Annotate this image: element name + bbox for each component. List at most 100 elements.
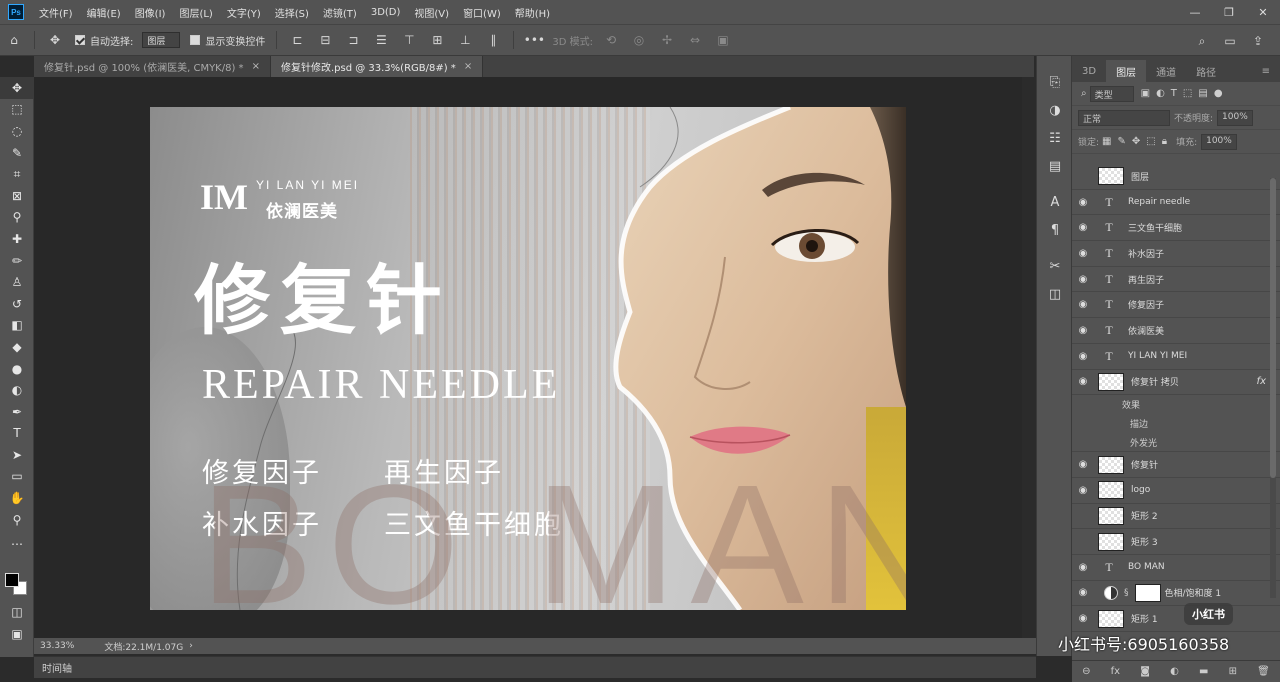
- tab-paths[interactable]: 路径: [1186, 60, 1226, 82]
- adjustments-panel-icon[interactable]: ◑: [1037, 96, 1073, 124]
- blend-mode-dropdown[interactable]: 正常: [1078, 109, 1170, 126]
- visibility-eye-icon[interactable]: ◉: [1072, 325, 1094, 336]
- libraries-panel-icon[interactable]: ▤: [1037, 152, 1073, 180]
- zoom-level[interactable]: 33.33%: [40, 641, 74, 651]
- show-transform-checkbox[interactable]: [190, 35, 201, 45]
- layer-row[interactable]: ◉ § 色相/饱和度 1: [1072, 581, 1280, 607]
- visibility-eye-icon[interactable]: ◉: [1072, 587, 1094, 598]
- 3d-panel-icon[interactable]: ◫: [1037, 280, 1073, 308]
- layer-row[interactable]: ◉ T 修复因子: [1072, 292, 1280, 319]
- 3d-orbit-icon[interactable]: ⟲: [601, 30, 621, 50]
- menu-edit[interactable]: 编辑(E): [80, 5, 128, 20]
- crop-tool-icon[interactable]: ⌗: [0, 163, 34, 185]
- filter-shape-icon[interactable]: ⬚: [1183, 88, 1192, 99]
- layer-row[interactable]: ◉ T Repair needle: [1072, 190, 1280, 216]
- quick-select-tool-icon[interactable]: ✎: [0, 142, 34, 164]
- menu-3d[interactable]: 3D(D): [364, 7, 408, 18]
- marquee-tool-icon[interactable]: ⬚: [0, 99, 34, 121]
- character-panel-icon[interactable]: A: [1037, 188, 1073, 216]
- layer-row[interactable]: ◉ 矩形 3: [1072, 529, 1280, 555]
- filter-pixel-icon[interactable]: ▣: [1141, 88, 1150, 99]
- panel-menu-icon[interactable]: ≡: [1252, 60, 1280, 82]
- timeline-tab[interactable]: 时间轴: [42, 660, 72, 675]
- align-right-icon[interactable]: ⊐: [343, 30, 363, 50]
- menu-type[interactable]: 文字(Y): [220, 5, 268, 20]
- visibility-eye-icon[interactable]: ◉: [1072, 274, 1094, 285]
- add-style-icon[interactable]: fx: [1111, 666, 1120, 677]
- eyedropper-tool-icon[interactable]: ⚲: [0, 207, 34, 229]
- screen-mode-icon[interactable]: ▣: [0, 623, 34, 645]
- fill-input[interactable]: 100%: [1201, 133, 1237, 150]
- new-group-icon[interactable]: ▬: [1199, 666, 1208, 677]
- foreground-color-swatch[interactable]: [5, 573, 19, 587]
- frame-tool-icon[interactable]: ⊠: [0, 185, 34, 207]
- filter-kind-dropdown[interactable]: 类型: [1089, 85, 1134, 102]
- effect-row[interactable]: 外发光: [1072, 433, 1280, 453]
- layer-row[interactable]: ◉ T 补水因子: [1072, 241, 1280, 267]
- document-canvas[interactable]: IM YI LAN YI MEI 依澜医美 修复针 REPAIR NEEDLE …: [150, 107, 906, 610]
- 3d-roll-icon[interactable]: ◎: [629, 30, 649, 50]
- align-middle-icon[interactable]: ⊞: [427, 30, 447, 50]
- layer-row[interactable]: ◉ 矩形 1: [1072, 606, 1280, 632]
- layer-row[interactable]: ◉ T 依澜医美: [1072, 318, 1280, 344]
- more-tools-icon[interactable]: …: [0, 530, 34, 552]
- filter-smart-icon[interactable]: ▤: [1198, 88, 1207, 99]
- home-icon[interactable]: ⌂: [4, 30, 24, 50]
- layers-scrollbar[interactable]: [1270, 178, 1276, 598]
- align-bottom-icon[interactable]: ⊥: [455, 30, 475, 50]
- tool-presets-icon[interactable]: ✂: [1037, 252, 1073, 280]
- tab-document-2[interactable]: 修复针修改.psd @ 33.3%(RGB/8#) * ×: [270, 56, 484, 77]
- hand-tool-icon[interactable]: ✋: [0, 487, 34, 509]
- workspace-icon[interactable]: ▭: [1220, 31, 1240, 51]
- layer-row[interactable]: ◉ 图层: [1072, 164, 1280, 190]
- effect-row[interactable]: 描边: [1072, 414, 1280, 433]
- distribute-vertical-icon[interactable]: ∥: [483, 30, 503, 50]
- visibility-eye-icon[interactable]: ◉: [1072, 485, 1094, 496]
- align-left-icon[interactable]: ⊏: [287, 30, 307, 50]
- layer-row[interactable]: ◉ 修复针 拷贝 fx: [1072, 370, 1280, 396]
- 3d-slide-icon[interactable]: ⇔: [685, 30, 705, 50]
- filter-type-icon[interactable]: T: [1171, 88, 1177, 99]
- menu-layer[interactable]: 图层(L): [172, 5, 219, 20]
- close-tab-icon[interactable]: ×: [252, 61, 260, 72]
- eraser-tool-icon[interactable]: ◧: [0, 315, 34, 337]
- layer-row[interactable]: ◉ T 再生因子: [1072, 267, 1280, 293]
- minimize-icon[interactable]: —: [1178, 0, 1212, 24]
- new-layer-icon[interactable]: ⊞: [1229, 666, 1237, 677]
- add-mask-icon[interactable]: ◙: [1140, 666, 1150, 677]
- paragraph-panel-icon[interactable]: ¶: [1037, 216, 1073, 244]
- visibility-eye-icon[interactable]: ◉: [1072, 299, 1094, 310]
- rectangle-tool-icon[interactable]: ▭: [0, 466, 34, 488]
- visibility-eye-icon[interactable]: ◉: [1072, 459, 1094, 470]
- tab-document-1[interactable]: 修复针.psd @ 100% (依澜医美, CMYK/8) * ×: [34, 56, 271, 77]
- brush-tool-icon[interactable]: ✏: [0, 250, 34, 272]
- layer-row[interactable]: ◉ T YI LAN YI MEI: [1072, 344, 1280, 370]
- visibility-eye-icon[interactable]: ◉: [1072, 171, 1094, 182]
- effects-group-row[interactable]: 效果: [1072, 395, 1280, 414]
- filter-toggle-icon[interactable]: ●: [1214, 88, 1223, 99]
- visibility-eye-icon[interactable]: ◉: [1072, 222, 1094, 233]
- auto-select-dropdown[interactable]: 图层: [142, 32, 181, 48]
- new-adjustment-icon[interactable]: ◐: [1170, 666, 1179, 677]
- scrollbar-thumb[interactable]: [1270, 178, 1276, 478]
- move-tool-icon[interactable]: ✥: [45, 30, 65, 50]
- tab-channels[interactable]: 通道: [1146, 60, 1186, 82]
- history-panel-icon[interactable]: ⎘: [1037, 68, 1073, 96]
- layer-effects-icon[interactable]: fx: [1257, 376, 1266, 387]
- canvas-area[interactable]: IM YI LAN YI MEI 依澜医美 修复针 REPAIR NEEDLE …: [34, 77, 1022, 638]
- type-tool-icon[interactable]: T: [0, 423, 34, 445]
- pen-tool-icon[interactable]: ✒: [0, 401, 34, 423]
- paint-bucket-tool-icon[interactable]: ◆: [0, 336, 34, 358]
- close-icon[interactable]: ✕: [1246, 0, 1280, 24]
- lock-pixels-icon[interactable]: ✎: [1118, 136, 1126, 147]
- clone-stamp-tool-icon[interactable]: ♙: [0, 271, 34, 293]
- layer-mask-thumbnail[interactable]: [1134, 583, 1161, 602]
- layer-row[interactable]: ◉ T BO MAN: [1072, 555, 1280, 581]
- lock-artboard-icon[interactable]: ⬚: [1146, 136, 1155, 147]
- zoom-tool-icon[interactable]: ⚲: [0, 509, 34, 531]
- 3d-camera-icon[interactable]: ▣: [713, 30, 733, 50]
- more-options-icon[interactable]: •••: [524, 30, 545, 50]
- layer-row[interactable]: ◉ T 三文鱼干细胞: [1072, 215, 1280, 242]
- opacity-input[interactable]: 100%: [1217, 109, 1253, 126]
- color-swatches[interactable]: [5, 573, 29, 597]
